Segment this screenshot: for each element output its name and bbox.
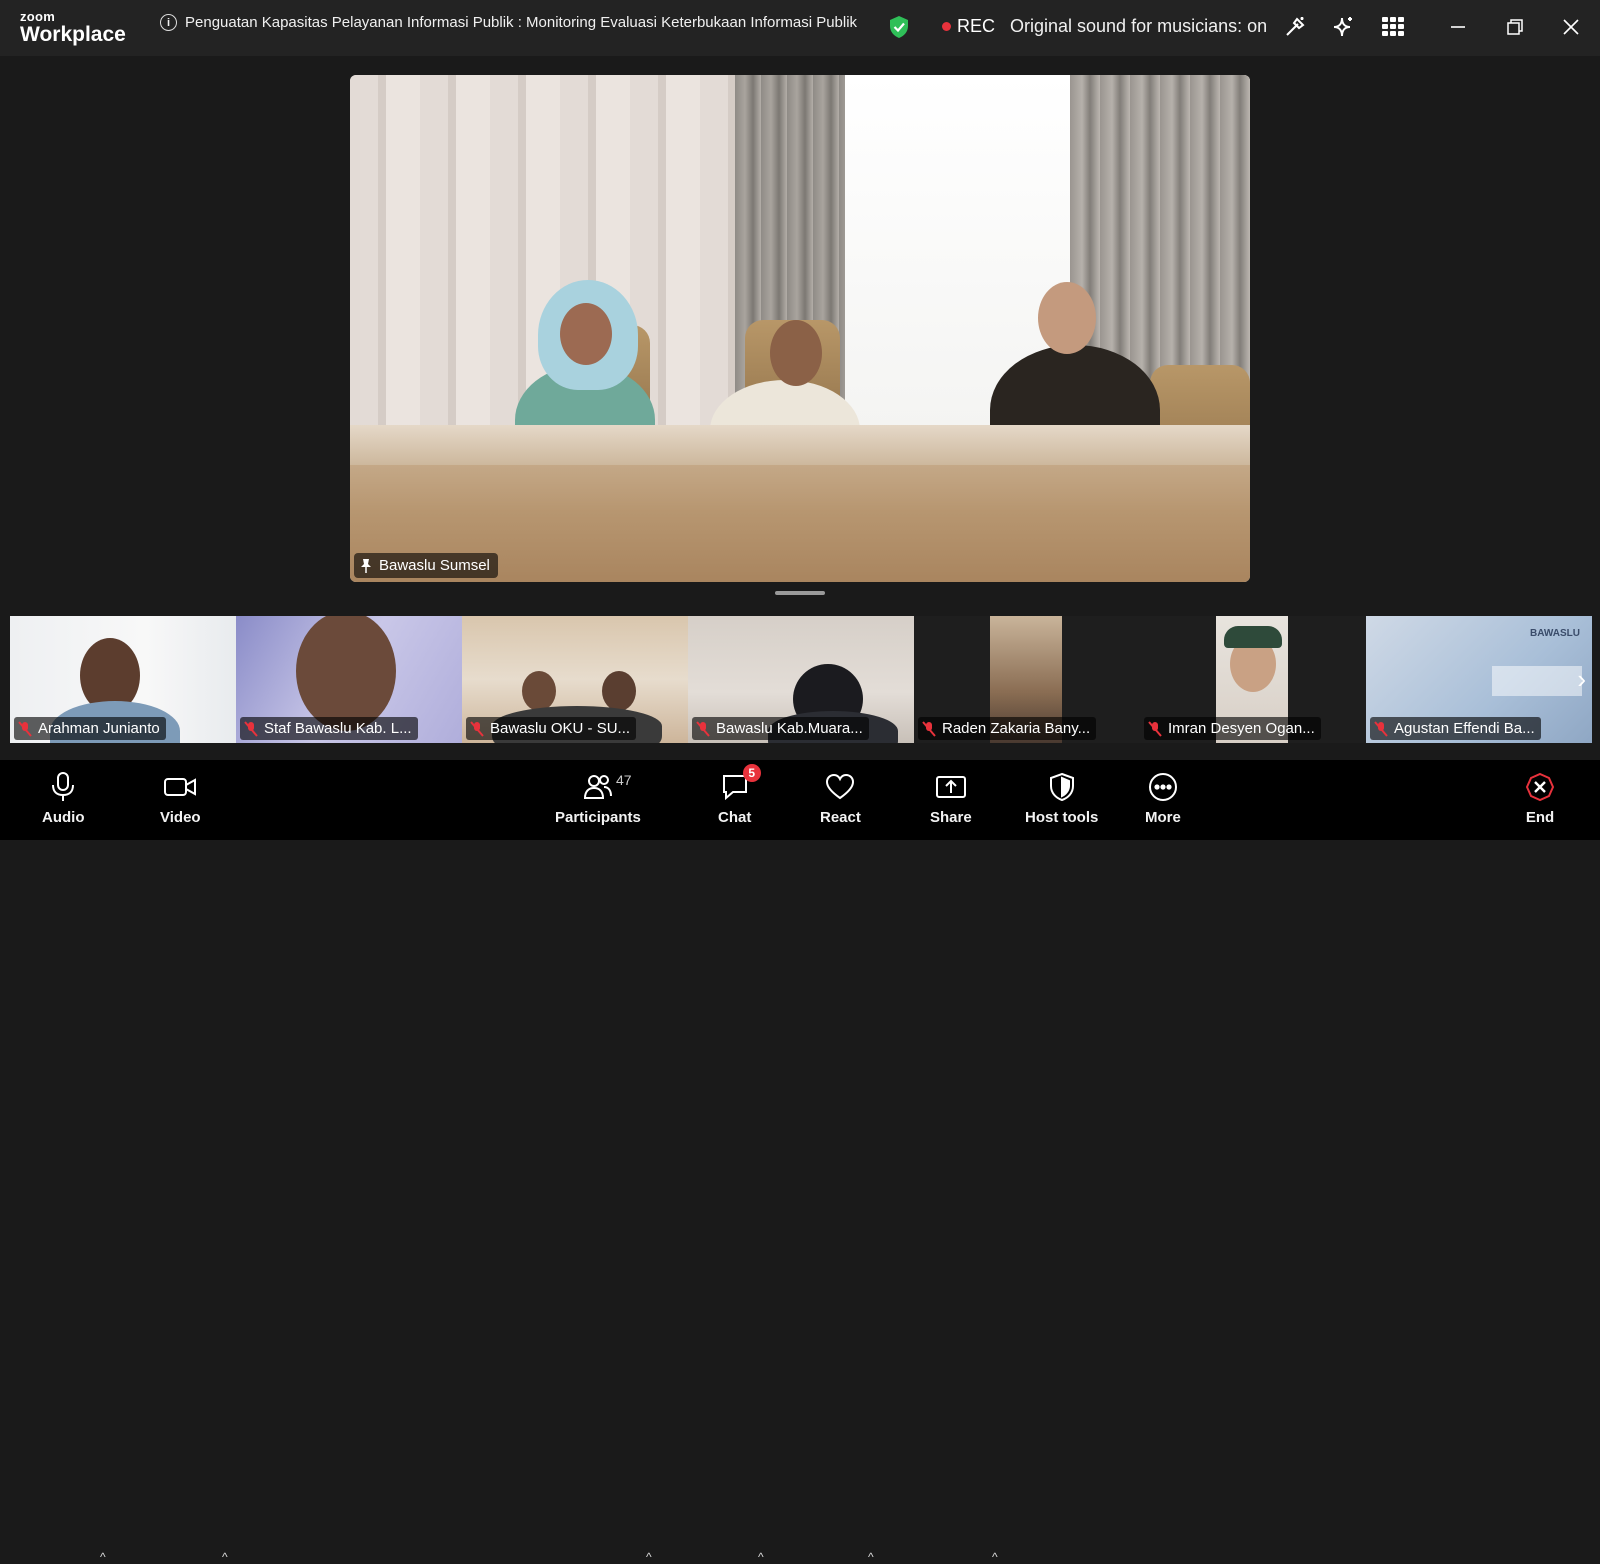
more-ellipsis-icon: [1148, 773, 1177, 801]
chat-options-caret-icon[interactable]: ^: [758, 1550, 764, 1564]
mic-muted-icon: [18, 720, 32, 737]
participant-name: Raden Zakaria Bany...: [942, 720, 1091, 737]
bawaslu-logo: BAWASLU: [1530, 628, 1580, 639]
magic-wand-icon[interactable]: [1282, 14, 1308, 40]
participants-button[interactable]: 47 Participants: [555, 770, 641, 826]
title-bar: zoom Workplace i Penguatan Kapasitas Pel…: [0, 0, 1600, 56]
recording-indicator[interactable]: REC: [942, 16, 995, 37]
slide-text-block: [1492, 666, 1582, 696]
host-tools-shield-icon: [1049, 773, 1074, 801]
participant-thumbnail[interactable]: Staf Bawaslu Kab. L...: [236, 616, 462, 743]
original-sound-status[interactable]: Original sound for musicians: on: [1010, 16, 1267, 37]
main-video-name: Bawaslu Sumsel: [379, 557, 490, 574]
mic-muted-icon: [1374, 720, 1388, 737]
share-button[interactable]: Share: [930, 770, 972, 826]
participant-name: Imran Desyen Ogan...: [1168, 720, 1315, 737]
logo-small-text: zoom: [20, 9, 56, 24]
meeting-info[interactable]: i Penguatan Kapasitas Pelayanan Informas…: [160, 14, 857, 31]
main-video-nametag: Bawaslu Sumsel: [354, 553, 498, 578]
mic-muted-icon: [696, 720, 710, 737]
pin-icon: [361, 558, 371, 573]
audio-options-caret-icon[interactable]: ^: [100, 1550, 106, 1564]
info-icon[interactable]: i: [160, 14, 177, 31]
react-options-caret-icon[interactable]: ^: [868, 1550, 874, 1564]
participants-icon: [583, 775, 612, 799]
zoom-workplace-logo: zoom Workplace: [20, 10, 126, 45]
encryption-shield-icon[interactable]: [888, 15, 910, 44]
participant-thumbnail[interactable]: Bawaslu Kab.Muara...: [688, 616, 914, 743]
react-button[interactable]: React: [820, 770, 861, 826]
minimize-icon[interactable]: [1445, 14, 1471, 40]
video-camera-icon: [164, 778, 197, 796]
end-label: End: [1525, 809, 1555, 826]
host-tools-button[interactable]: Host tools: [1025, 770, 1098, 826]
participant-thumbnail[interactable]: Bawaslu OKU - SU...: [462, 616, 688, 743]
apps-grid-icon[interactable]: [1380, 14, 1406, 40]
participant-thumbnail-strip: Arahman Junianto Staf Bawaslu Kab. L... …: [10, 616, 1592, 743]
participant-face: [522, 671, 556, 711]
participant-face: [296, 616, 396, 731]
chat-button[interactable]: 5 Chat: [718, 764, 761, 826]
resize-handle[interactable]: [775, 591, 825, 595]
video-button[interactable]: Video: [160, 770, 201, 826]
participant-thumbnail[interactable]: Imran Desyen Ogan...: [1140, 616, 1366, 743]
thumbnail-nametag: Imran Desyen Ogan...: [1144, 717, 1321, 740]
participant-face: [770, 320, 822, 386]
participant-name: Bawaslu OKU - SU...: [490, 720, 631, 737]
audio-button[interactable]: Audio: [42, 770, 85, 826]
participant-thumbnail[interactable]: Raden Zakaria Bany...: [914, 616, 1140, 743]
restore-icon[interactable]: [1502, 14, 1528, 40]
video-options-caret-icon[interactable]: ^: [222, 1550, 228, 1564]
participants-label: Participants: [555, 809, 641, 826]
audio-label: Audio: [42, 809, 85, 826]
end-meeting-button[interactable]: End: [1525, 770, 1555, 826]
rec-label: REC: [957, 16, 996, 36]
strip-next-icon[interactable]: ›: [1577, 664, 1586, 695]
mic-muted-icon: [244, 720, 258, 737]
mic-muted-icon: [470, 720, 484, 737]
participants-count: 47: [615, 772, 632, 788]
thumbnail-nametag: Raden Zakaria Bany...: [918, 717, 1097, 740]
participant-name: Staf Bawaslu Kab. L...: [264, 720, 412, 737]
thumbnail-nametag: Bawaslu Kab.Muara...: [692, 717, 869, 740]
ai-companion-icon[interactable]: [1330, 14, 1356, 40]
more-label: More: [1145, 809, 1181, 826]
meeting-toolbar: Audio ^ Video ^ 47 Participants ^ 5 Chat…: [0, 760, 1600, 1564]
host-tools-label: Host tools: [1025, 809, 1099, 826]
more-button[interactable]: More: [1145, 770, 1181, 826]
chat-unread-badge: 5: [742, 764, 761, 782]
participant-cap: [1224, 626, 1282, 648]
participant-face: [1038, 282, 1096, 354]
share-options-caret-icon[interactable]: ^: [992, 1550, 998, 1564]
participant-name: Arahman Junianto: [38, 720, 160, 737]
thumbnail-nametag: Bawaslu OKU - SU...: [466, 717, 637, 740]
meeting-title: Penguatan Kapasitas Pelayanan Informasi …: [185, 14, 858, 31]
react-label: React: [820, 809, 861, 826]
thumbnail-nametag: Staf Bawaslu Kab. L...: [240, 717, 418, 740]
thumbnail-nametag: Agustan Effendi Ba...: [1370, 717, 1541, 740]
video-label: Video: [160, 809, 201, 826]
microphone-icon: [52, 772, 75, 801]
logo-big-text: Workplace: [20, 23, 126, 46]
participant-face: [602, 671, 636, 711]
participant-thumbnail[interactable]: Arahman Junianto: [10, 616, 236, 743]
main-video-tile[interactable]: Bawaslu Sumsel: [350, 75, 1250, 582]
mic-muted-icon: [922, 720, 936, 737]
participant-name: Bawaslu Kab.Muara...: [716, 720, 863, 737]
participant-name: Agustan Effendi Ba...: [1394, 720, 1535, 737]
share-screen-icon: [935, 776, 966, 798]
conference-table-top: [350, 425, 1250, 465]
thumbnail-nametag: Arahman Junianto: [14, 717, 166, 740]
share-label: Share: [930, 809, 972, 826]
participant-thumbnail[interactable]: BAWASLU › Agustan Effendi Ba...: [1366, 616, 1592, 743]
mic-muted-icon: [1148, 720, 1162, 737]
react-heart-icon: [826, 774, 855, 800]
participants-options-caret-icon[interactable]: ^: [646, 1550, 652, 1564]
chat-label: Chat: [718, 809, 752, 826]
rec-dot-icon: [942, 22, 951, 31]
close-icon[interactable]: [1558, 14, 1584, 40]
end-meeting-icon: [1525, 772, 1555, 802]
participant-face: [560, 303, 612, 365]
